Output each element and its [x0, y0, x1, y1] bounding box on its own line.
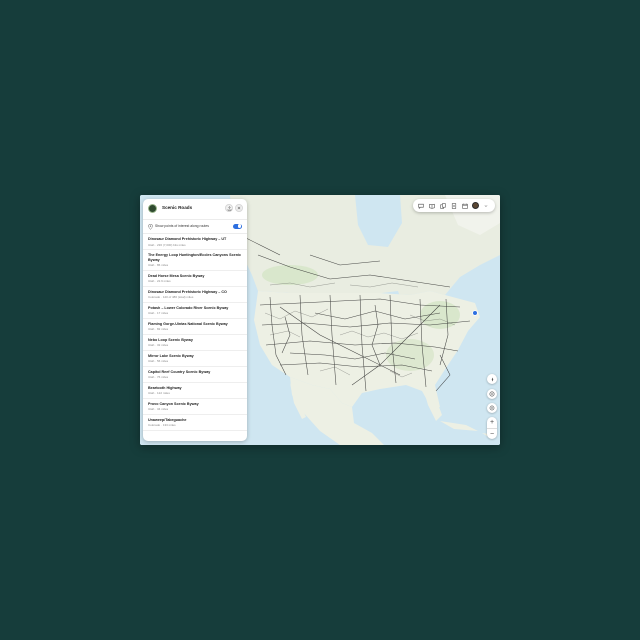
panel-header: Scenic Roads	[143, 199, 247, 220]
road-meta: Utah · 34 miles	[148, 407, 169, 412]
zoom-in-button[interactable]: +	[487, 417, 497, 428]
road-name: Provo Canyon Scenic Byway	[148, 401, 199, 406]
layers-icon	[489, 391, 495, 397]
book-button[interactable]	[429, 202, 436, 209]
road-meta: Utah · 122 miles	[148, 391, 170, 396]
road-list-item[interactable]: Unaweep/Tabeguache Colorado · 133 miles	[143, 415, 247, 431]
scenic-roads-logo	[148, 204, 157, 213]
locate-button[interactable]	[487, 403, 497, 413]
account-button[interactable]	[472, 202, 480, 209]
zoom-out-button[interactable]: −	[487, 428, 497, 440]
share-button[interactable]	[225, 204, 233, 212]
calendar-icon	[462, 203, 468, 209]
copy-icon	[440, 202, 446, 209]
toggle-knob	[237, 224, 242, 228]
road-meta: Utah · 32 miles	[148, 343, 169, 348]
road-meta: Utah · 22.9 miles	[148, 279, 171, 284]
panel-title: Scenic Roads	[162, 205, 193, 210]
account-menu-button[interactable]	[483, 202, 490, 209]
poi-toggle-label: Show points of interest along routes	[155, 224, 209, 228]
app-window: Scenic Roads Show points of interest alo…	[140, 195, 500, 445]
layers-button[interactable]	[487, 389, 497, 399]
close-button[interactable]	[235, 204, 243, 212]
road-meta: Utah · 56 miles	[148, 359, 169, 364]
road-meta: Utah · 76 miles	[148, 375, 169, 380]
document-button[interactable]	[450, 202, 457, 209]
road-name: Unaweep/Tabeguache	[148, 417, 187, 422]
map-toolbar	[413, 199, 495, 212]
road-list-item[interactable]: Potash – Lower Colorado River Scenic Byw…	[143, 303, 247, 319]
poi-toggle-switch[interactable]	[233, 223, 242, 229]
road-meta: Utah · 17 miles	[148, 311, 169, 316]
road-list-item[interactable]: Capitol Reef Country Scenic Byway Utah ·…	[143, 367, 247, 383]
road-meta: Utah · 82 miles	[148, 327, 169, 332]
chat-icon	[418, 203, 425, 209]
road-name: Beartooth Highway	[148, 385, 182, 390]
road-name: Mirror Lake Scenic Byway	[148, 353, 194, 358]
road-name: Potash – Lower Colorado River Scenic Byw…	[148, 305, 229, 310]
road-list-item[interactable]: Mirror Lake Scenic Byway Utah · 56 miles	[143, 351, 247, 367]
road-meta: Colorado · 120 of 486 (total) miles	[148, 295, 194, 300]
scenic-roads-panel: Scenic Roads Show points of interest alo…	[143, 199, 247, 441]
road-name: Dinosaur Diamond Prehistoric Highway – U…	[148, 237, 227, 241]
road-list-item[interactable]: The Energy Loop Huntington/Eccles Canyon…	[143, 250, 247, 271]
road-name: Dinosaur Diamond Prehistoric Highway – C…	[148, 289, 227, 294]
road-list-item[interactable]: Provo Canyon Scenic Byway Utah · 34 mile…	[143, 399, 247, 415]
road-list-item[interactable]: Beartooth Highway Utah · 122 miles	[143, 383, 247, 399]
compass-button[interactable]	[487, 374, 497, 384]
poi-toggle-row: Show points of interest along routes	[143, 220, 247, 234]
document-icon	[451, 202, 457, 209]
scenic-road-list: Dinosaur Diamond Prehistoric Highway – U…	[143, 234, 247, 431]
share-icon	[227, 205, 231, 211]
copy-button[interactable]	[440, 202, 447, 209]
calendar-button[interactable]	[461, 202, 468, 209]
road-meta: Utah · 86 miles	[148, 263, 169, 268]
road-list-item[interactable]: Dead Horse Mesa Scenic Byway Utah · 22.9…	[143, 271, 247, 287]
chat-button[interactable]	[418, 202, 425, 209]
zoom-control: + −	[487, 417, 497, 439]
book-icon	[429, 203, 435, 209]
avatar	[472, 202, 480, 209]
road-list-item[interactable]: Nebo Loop Scenic Byway Utah · 32 miles	[143, 335, 247, 351]
road-list-item[interactable]: Dinosaur Diamond Prehistoric Highway – C…	[143, 287, 247, 303]
close-icon	[237, 206, 241, 210]
road-list-item[interactable]: Flaming Gorge-Uintas National Scenic Byw…	[143, 319, 247, 335]
road-meta: Utah · 236 (7,000) bits miles	[148, 242, 186, 247]
road-name: The Energy Loop Huntington/Eccles Canyon…	[148, 253, 242, 262]
chevron-down-icon	[485, 204, 488, 207]
road-meta: Colorado · 133 miles	[148, 423, 176, 428]
road-name: Dead Horse Mesa Scenic Byway	[148, 273, 205, 278]
map-pin-icon	[148, 224, 153, 230]
compass-icon	[491, 377, 493, 381]
location-icon	[489, 405, 495, 411]
road-name: Capitol Reef Country Scenic Byway	[148, 369, 211, 374]
road-name: Flaming Gorge-Uintas National Scenic Byw…	[148, 321, 228, 326]
road-list-item[interactable]: Dinosaur Diamond Prehistoric Highway – U…	[143, 234, 247, 250]
road-name: Nebo Loop Scenic Byway	[148, 337, 193, 342]
